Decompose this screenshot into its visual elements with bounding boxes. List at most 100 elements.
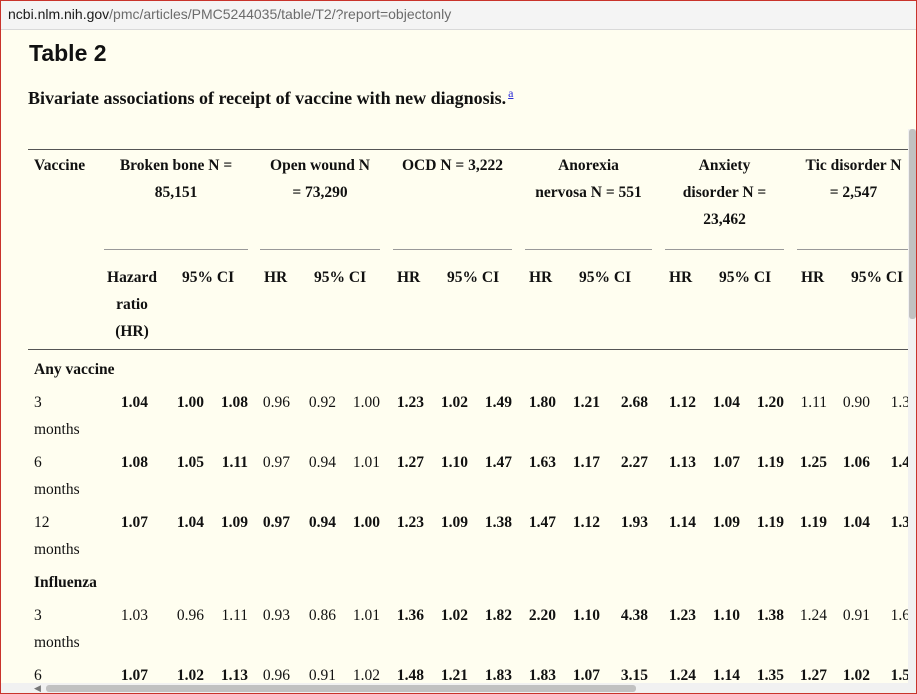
row-label: 12 bbox=[34, 514, 50, 531]
ci-upper-cell: 1.82 bbox=[484, 607, 512, 624]
hazard-ratio-cell: 1.23 bbox=[396, 394, 424, 411]
group-underline bbox=[104, 249, 248, 250]
subheader-hr: HR bbox=[529, 269, 553, 286]
ci-lower-cell: 1.17 bbox=[572, 454, 600, 471]
ci-upper-cell: 1.4 bbox=[890, 454, 910, 471]
hazard-ratio-cell: 1.19 bbox=[799, 514, 827, 531]
row-label: months bbox=[34, 634, 80, 651]
ci-upper-cell: 1.20 bbox=[756, 394, 784, 411]
table-caption: Bivariate associations of receipt of vac… bbox=[28, 86, 513, 109]
hazard-ratio-cell: 1.47 bbox=[528, 514, 556, 531]
group-underline bbox=[797, 249, 910, 250]
group-header-line: = 2,547 bbox=[829, 184, 878, 201]
hazard-ratio-cell: 1.12 bbox=[668, 394, 696, 411]
ci-upper-cell: 1.47 bbox=[484, 454, 512, 471]
hazard-ratio-cell: 0.97 bbox=[262, 514, 290, 531]
group-underline bbox=[260, 249, 380, 250]
subheader-ci: 95% CI bbox=[851, 269, 904, 286]
hazard-ratio-cell: 1.24 bbox=[799, 607, 827, 624]
horizontal-scrollbar[interactable]: ◀ bbox=[0, 683, 908, 694]
row-label: months bbox=[34, 481, 80, 498]
subheader-hazard: Hazard bbox=[107, 269, 157, 286]
ci-lower-cell: 1.10 bbox=[712, 607, 740, 624]
subheader-hr: HR bbox=[801, 269, 825, 286]
address-bar[interactable]: ncbi.nlm.nih.gov/pmc/articles/PMC5244035… bbox=[1, 1, 916, 30]
section-title: Influenza bbox=[34, 574, 97, 591]
ci-upper-cell: 1.11 bbox=[221, 454, 248, 471]
row-label: months bbox=[34, 421, 80, 438]
ci-upper-cell: 1.08 bbox=[220, 394, 248, 411]
vertical-scroll-thumb[interactable] bbox=[909, 129, 916, 319]
group-header-line: disorder N = bbox=[682, 184, 767, 201]
group-header-line: OCD N = 3,222 bbox=[402, 157, 503, 174]
subheader-ci: 95% CI bbox=[314, 269, 367, 286]
hazard-ratio-cell: 1.25 bbox=[799, 454, 827, 471]
ci-lower-cell: 1.21 bbox=[572, 394, 600, 411]
row-label: 6 bbox=[34, 454, 42, 471]
ci-lower-cell: 1.07 bbox=[712, 454, 740, 471]
vertical-scrollbar[interactable] bbox=[908, 129, 917, 694]
horizontal-scroll-thumb[interactable] bbox=[46, 685, 636, 692]
ci-upper-cell: 1.00 bbox=[352, 514, 380, 531]
ci-lower-cell: 1.10 bbox=[572, 607, 600, 624]
group-header-line: Tic disorder N bbox=[805, 157, 902, 174]
ci-lower-cell: 1.04 bbox=[712, 394, 740, 411]
hazard-ratio-cell: 1.07 bbox=[120, 514, 148, 531]
ci-lower-cell: 1.02 bbox=[440, 394, 468, 411]
hazard-ratio-cell: 2.20 bbox=[528, 607, 556, 624]
hazard-ratio-cell: 1.27 bbox=[396, 454, 424, 471]
row-label: months bbox=[34, 541, 80, 558]
ci-upper-cell: 1.3 bbox=[890, 514, 910, 531]
caption-text: Bivariate associations of receipt of vac… bbox=[28, 88, 507, 108]
group-underline bbox=[393, 249, 512, 250]
ci-lower-cell: 0.90 bbox=[842, 394, 870, 411]
footnote-link[interactable]: a bbox=[508, 86, 513, 100]
hazard-ratio-cell: 0.93 bbox=[262, 607, 290, 624]
hazard-ratio-cell: 1.23 bbox=[668, 607, 696, 624]
page-content: Table 2 Bivariate associations of receip… bbox=[0, 29, 917, 694]
ci-lower-cell: 1.02 bbox=[440, 607, 468, 624]
ci-lower-cell: 1.09 bbox=[440, 514, 468, 531]
group-underline bbox=[665, 249, 784, 250]
ci-upper-cell: 1.3 bbox=[890, 394, 910, 411]
hazard-ratio-cell: 0.97 bbox=[262, 454, 290, 471]
subheader-hr: HR bbox=[397, 269, 421, 286]
url-domain: ncbi.nlm.nih.gov bbox=[8, 6, 110, 22]
subheader-hazard: ratio bbox=[116, 296, 148, 313]
hazard-ratio-cell: 1.14 bbox=[668, 514, 696, 531]
subheader-hazard: (HR) bbox=[115, 323, 149, 340]
ci-upper-cell: 1.19 bbox=[756, 454, 784, 471]
ci-upper-cell: 1.19 bbox=[756, 514, 784, 531]
ci-upper-cell: 1.11 bbox=[221, 607, 248, 624]
ci-lower-cell: 1.00 bbox=[176, 394, 204, 411]
group-underline bbox=[525, 249, 652, 250]
group-header-line: nervosa N = 551 bbox=[535, 184, 642, 201]
col-header-vaccine: Vaccine bbox=[34, 157, 86, 174]
ci-lower-cell: 1.10 bbox=[440, 454, 468, 471]
row-label: 3 bbox=[34, 607, 42, 624]
ci-upper-cell: 1.6 bbox=[890, 607, 910, 624]
hazard-ratio-cell: 1.11 bbox=[800, 394, 827, 411]
group-header-line: Broken bone N = bbox=[119, 157, 233, 174]
group-header-line: Open wound N bbox=[270, 157, 370, 174]
hazard-ratio-cell: 1.80 bbox=[528, 394, 556, 411]
ci-upper-cell: 1.38 bbox=[484, 514, 512, 531]
ci-lower-cell: 1.12 bbox=[572, 514, 600, 531]
ci-upper-cell: 1.01 bbox=[352, 454, 380, 471]
ci-lower-cell: 0.92 bbox=[308, 394, 336, 411]
ci-upper-cell: 1.01 bbox=[352, 607, 380, 624]
header-bottom-border bbox=[28, 349, 908, 350]
ci-lower-cell: 0.94 bbox=[308, 454, 336, 471]
subheader-ci: 95% CI bbox=[182, 269, 235, 286]
hazard-ratio-cell: 1.13 bbox=[668, 454, 696, 471]
ci-lower-cell: 1.06 bbox=[842, 454, 870, 471]
ci-lower-cell: 0.86 bbox=[308, 607, 336, 624]
subheader-hr: HR bbox=[264, 269, 288, 286]
page-title: Table 2 bbox=[29, 40, 107, 66]
url-text[interactable]: ncbi.nlm.nih.gov/pmc/articles/PMC5244035… bbox=[8, 6, 451, 22]
hazard-ratio-cell: 1.03 bbox=[120, 607, 148, 624]
subheader-ci: 95% CI bbox=[579, 269, 632, 286]
scroll-left-arrow-icon[interactable]: ◀ bbox=[34, 684, 41, 694]
hazard-ratio-cell: 0.96 bbox=[262, 394, 290, 411]
group-header-line: Anxiety bbox=[698, 157, 751, 174]
